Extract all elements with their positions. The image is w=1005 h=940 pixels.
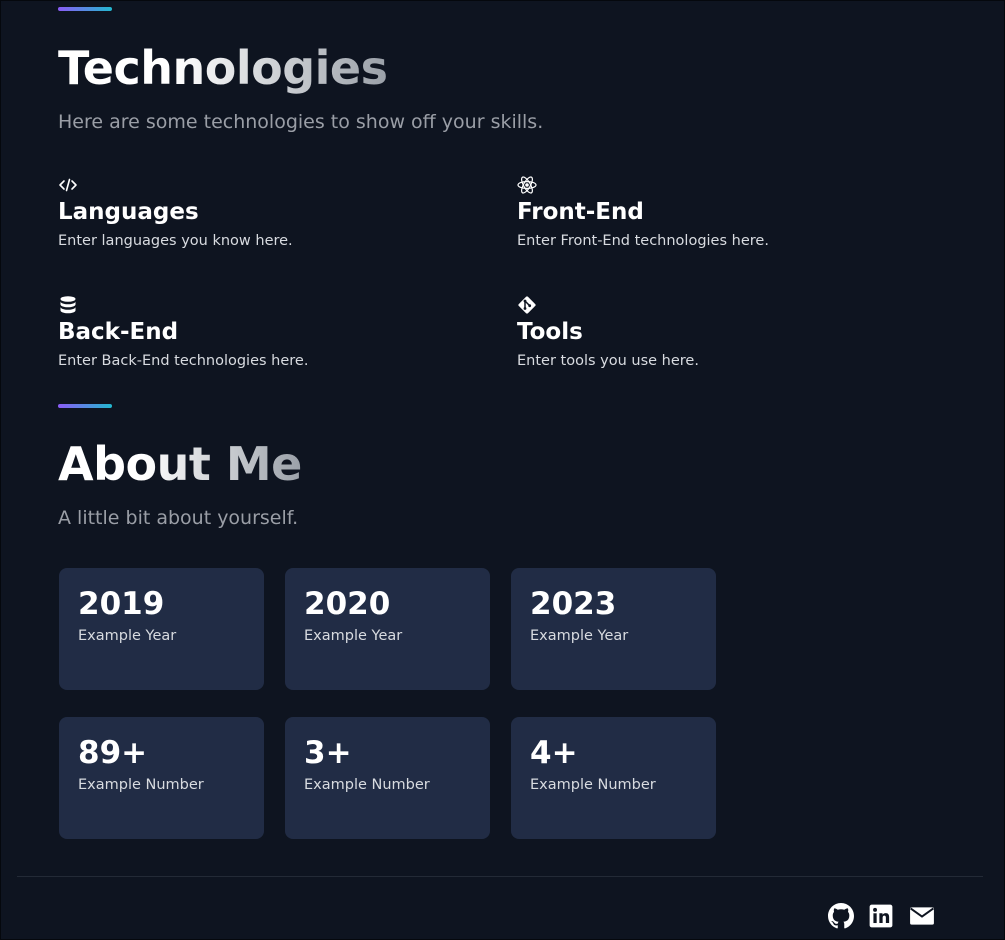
- stat-value: 2019: [78, 586, 165, 622]
- stat-card: 89+ Example Number: [59, 717, 264, 839]
- about-subtitle: A little bit about yourself.: [58, 507, 299, 529]
- react-icon: [517, 175, 537, 195]
- stat-value: 2020: [304, 586, 391, 622]
- stat-label: Example Year: [304, 628, 403, 644]
- tech-description: Enter Back-End technologies here.: [58, 353, 309, 369]
- tech-description: Enter Front-End technologies here.: [517, 233, 769, 249]
- linkedin-link[interactable]: [868, 903, 894, 929]
- tech-name: Front-End: [517, 199, 644, 225]
- email-link[interactable]: [909, 903, 935, 929]
- stat-value: 4+: [530, 735, 578, 771]
- stat-card: 4+ Example Number: [511, 717, 716, 839]
- technologies-subtitle: Here are some technologies to show off y…: [58, 111, 544, 133]
- tech-name: Tools: [517, 319, 583, 345]
- stat-card: 2023 Example Year: [511, 568, 716, 690]
- about-accent-bar: [58, 404, 112, 408]
- tech-description: Enter tools you use here.: [517, 353, 699, 369]
- tech-item-back-end: Back-End Enter Back-End technologies her…: [58, 295, 478, 369]
- code-icon: [58, 175, 78, 195]
- github-icon: [828, 903, 854, 929]
- technologies-accent-bar: [58, 7, 112, 11]
- stat-value: 2023: [530, 586, 617, 622]
- tech-name: Back-End: [58, 319, 179, 345]
- tech-name: Languages: [58, 199, 199, 225]
- linkedin-icon: [868, 903, 894, 929]
- footer-divider: [17, 876, 983, 877]
- stat-label: Example Year: [530, 628, 629, 644]
- about-title: About Me: [58, 437, 302, 491]
- git-icon: [517, 295, 537, 315]
- mail-icon: [909, 903, 935, 929]
- stat-label: Example Number: [530, 777, 656, 793]
- technologies-title: Technologies: [58, 41, 388, 95]
- github-link[interactable]: [828, 903, 854, 929]
- stat-value: 3+: [304, 735, 352, 771]
- stat-label: Example Number: [78, 777, 204, 793]
- tech-item-tools: Tools Enter tools you use here.: [517, 295, 937, 369]
- stat-label: Example Year: [78, 628, 177, 644]
- tech-item-languages: Languages Enter languages you know here.: [58, 175, 478, 249]
- tech-description: Enter languages you know here.: [58, 233, 293, 249]
- stat-label: Example Number: [304, 777, 430, 793]
- tech-item-front-end: Front-End Enter Front-End technologies h…: [517, 175, 937, 249]
- stat-card: 2019 Example Year: [59, 568, 264, 690]
- portfolio-page: Technologies Here are some technologies …: [0, 0, 1005, 940]
- stat-card: 2020 Example Year: [285, 568, 490, 690]
- database-icon: [58, 295, 78, 315]
- stat-card: 3+ Example Number: [285, 717, 490, 839]
- stat-value: 89+: [78, 735, 148, 771]
